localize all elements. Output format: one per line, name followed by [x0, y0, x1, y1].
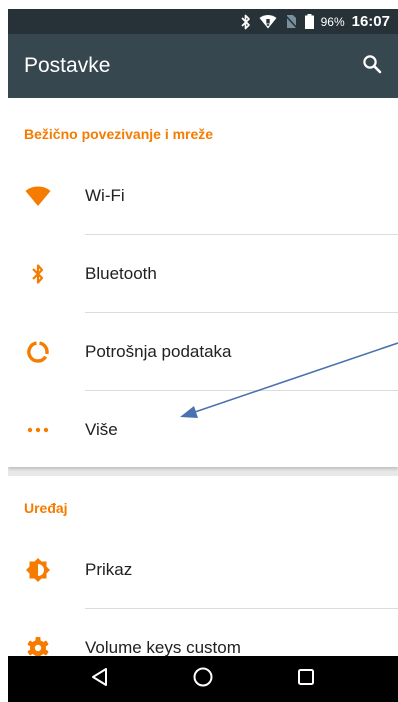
navigation-bar — [8, 656, 398, 702]
clock: 16:07 — [351, 13, 390, 30]
settings-item-bluetooth[interactable]: Bluetooth — [8, 235, 398, 313]
settings-item-display[interactable]: Prikaz — [8, 531, 398, 609]
settings-item-label: Volume keys custom — [85, 638, 241, 656]
page-title: Postavke — [24, 54, 111, 77]
settings-item-wifi[interactable]: Wi-Fi — [8, 157, 398, 235]
wifi-icon — [22, 180, 54, 212]
settings-item-label: Bluetooth — [85, 264, 157, 283]
settings-item-label: Više — [85, 420, 118, 439]
settings-item-label: Prikaz — [85, 560, 133, 579]
section-wireless-networks: Bežično povezivanje i mreže Wi-Fi Blueto… — [8, 98, 398, 467]
no-sim-icon — [284, 14, 298, 29]
settings-item-label: Wi-Fi — [85, 186, 125, 205]
bluetooth-icon — [22, 258, 54, 290]
back-button[interactable] — [82, 661, 118, 697]
section-device: Uređaj Prikaz Volume keys custom — [8, 476, 398, 656]
gear-icon — [22, 632, 54, 656]
settings-item-volume-keys[interactable]: Volume keys custom — [8, 609, 398, 656]
phone-screen: 96% 16:07 Postavke Bežično povezivanje i… — [8, 9, 398, 702]
settings-item-label: Potrošnja podataka — [85, 342, 232, 361]
battery-percent: 96% — [320, 14, 345, 29]
search-button[interactable] — [358, 52, 386, 80]
recents-button[interactable] — [288, 661, 324, 697]
brightness-icon — [22, 554, 54, 586]
status-bar: 96% 16:07 — [8, 9, 398, 34]
battery-icon — [304, 14, 314, 29]
settings-item-more[interactable]: Više — [8, 391, 398, 469]
data-usage-icon — [22, 336, 54, 368]
recents-icon — [296, 667, 316, 692]
home-button[interactable] — [185, 661, 221, 697]
settings-list[interactable]: Bežično povezivanje i mreže Wi-Fi Blueto… — [8, 98, 398, 656]
search-icon — [362, 54, 382, 79]
bluetooth-icon — [240, 14, 252, 30]
section-header: Bežično povezivanje i mreže — [24, 126, 214, 142]
section-header: Uređaj — [24, 500, 68, 516]
home-icon — [192, 666, 214, 693]
more-dots-icon — [22, 414, 54, 446]
app-bar: Postavke — [8, 34, 398, 98]
settings-item-data-usage[interactable]: Potrošnja podataka — [8, 313, 398, 391]
wifi-icon — [259, 14, 277, 29]
back-icon — [90, 667, 110, 692]
